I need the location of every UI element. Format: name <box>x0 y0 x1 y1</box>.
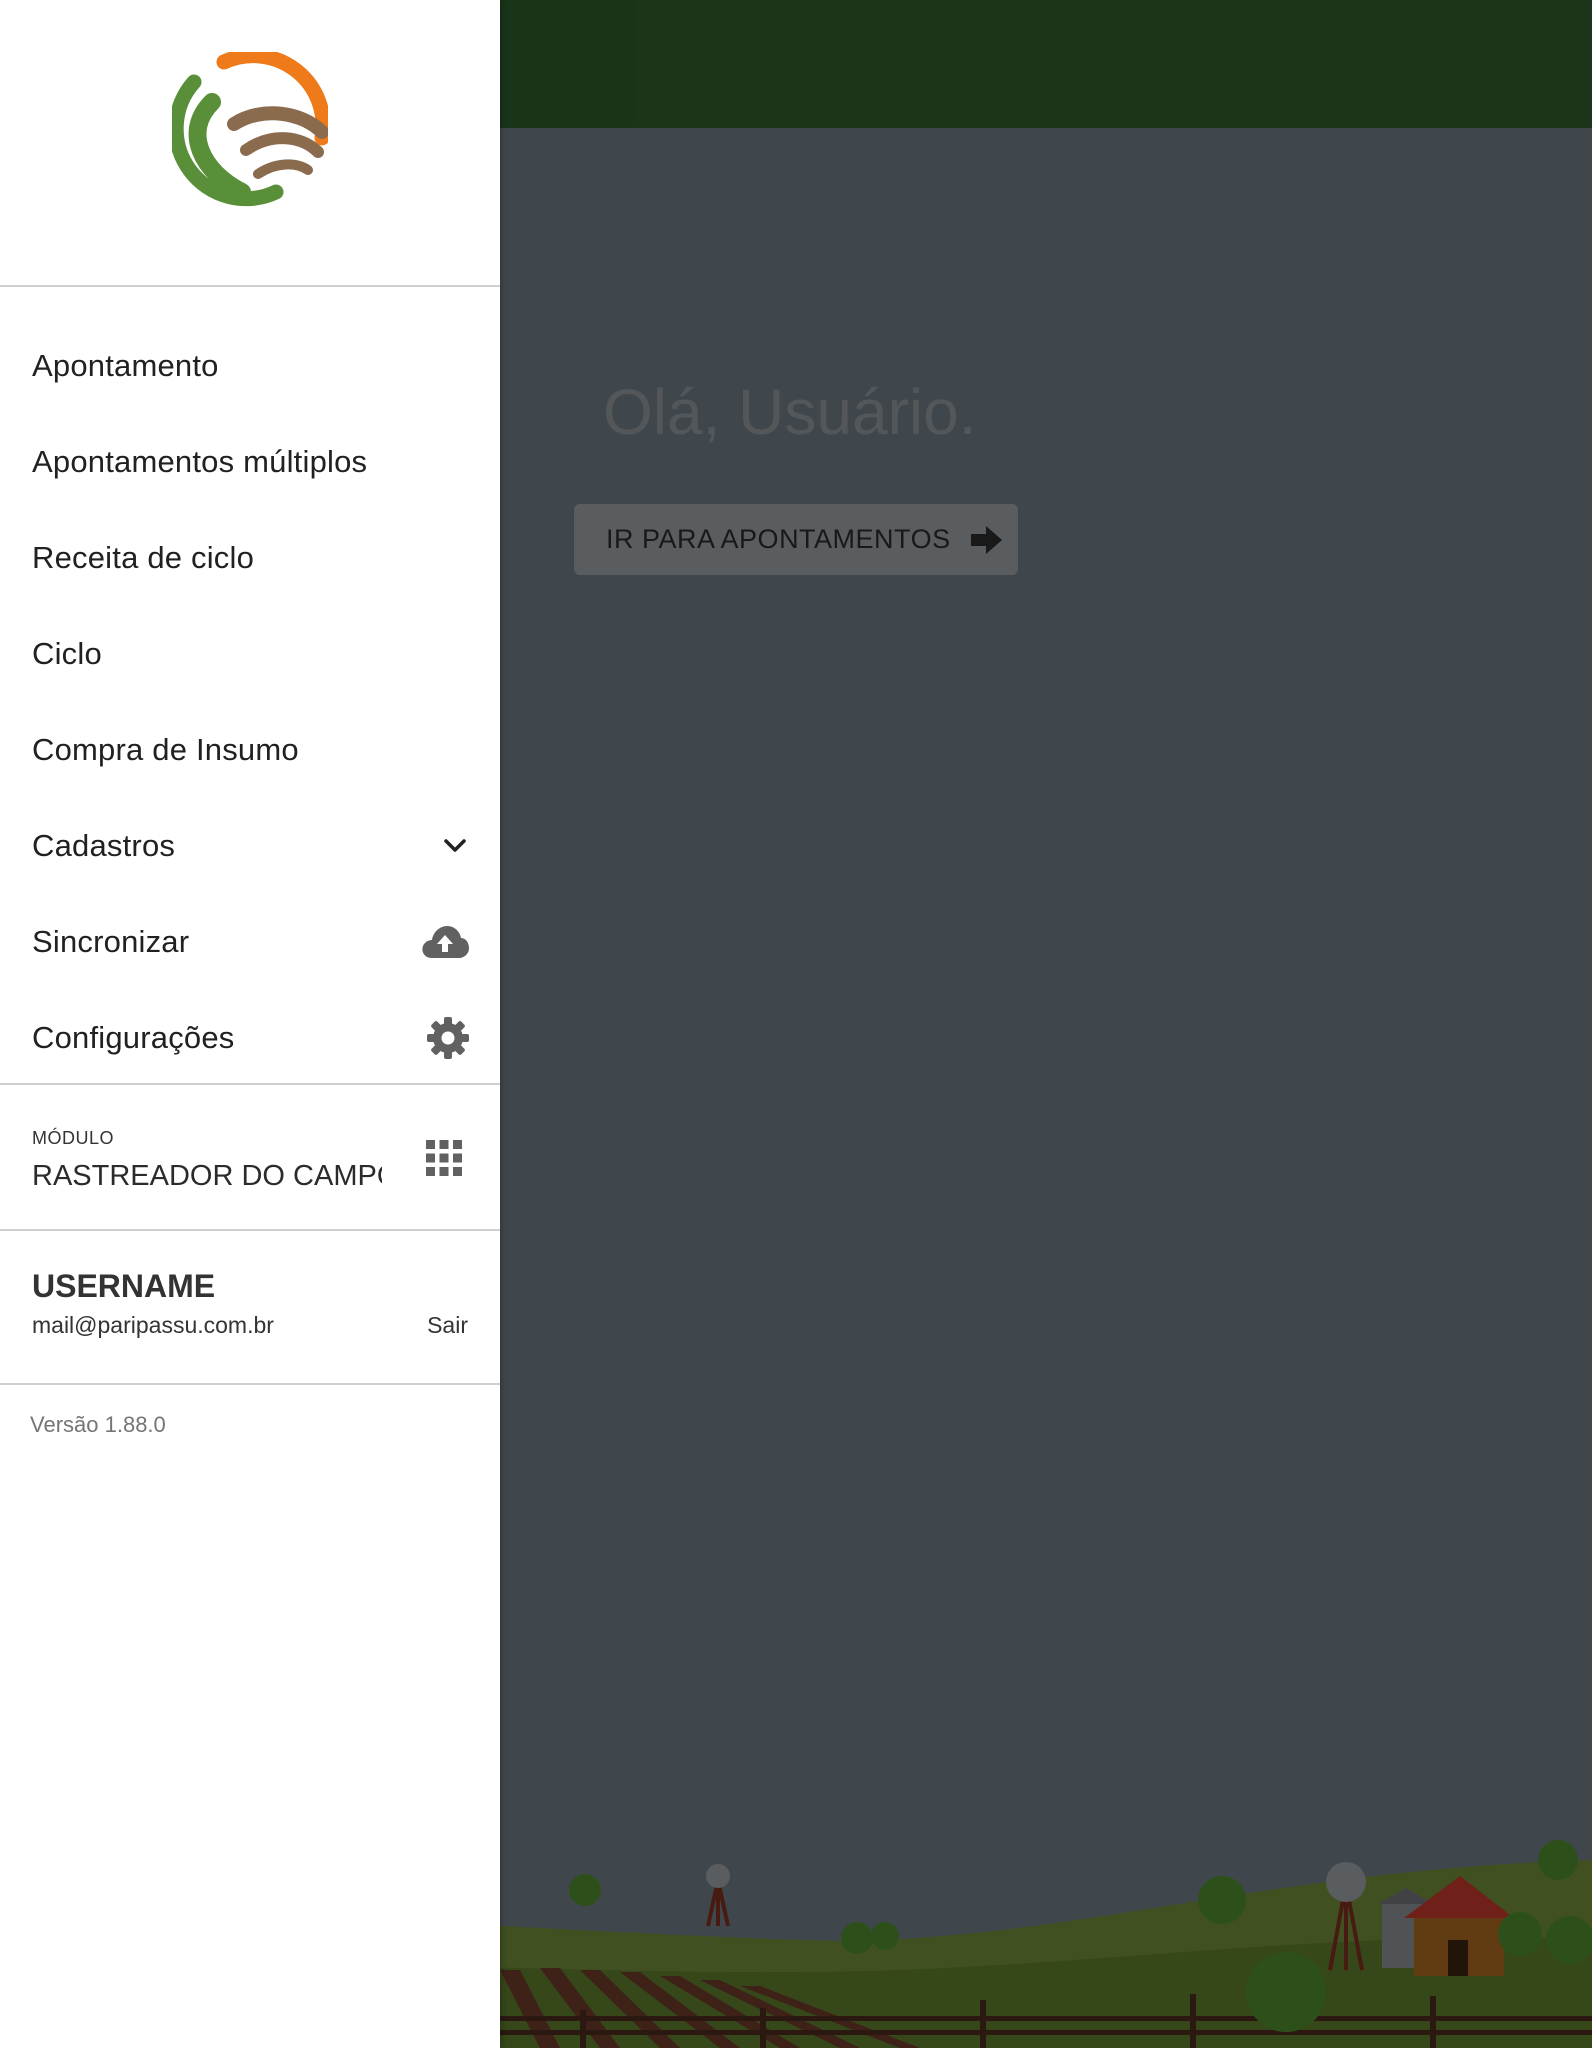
menu-item-label: Apontamentos múltiplos <box>32 444 368 479</box>
menu-item-cadastros[interactable]: Cadastros <box>0 798 500 894</box>
user-divider <box>0 1383 500 1385</box>
module-divider <box>0 1229 500 1231</box>
menu-item-label: Compra de Insumo <box>32 732 299 767</box>
menu-item-ciclo[interactable]: Ciclo <box>0 606 500 702</box>
username: USERNAME <box>32 1268 216 1304</box>
module-name: RASTREADOR DO CAMPO <box>32 1160 382 1192</box>
app-version: Versão 1.88.0 <box>30 1412 166 1437</box>
menu-item-label: Receita de ciclo <box>32 540 255 575</box>
menu-divider <box>0 1083 500 1085</box>
drawer-menu: Apontamento Apontamentos múltiplos Recei… <box>0 318 500 1086</box>
logout-link[interactable]: Sair <box>427 1312 468 1339</box>
menu-item-configuracoes[interactable]: Configurações <box>0 990 500 1086</box>
module-selector[interactable]: MÓDULO RASTREADOR DO CAMPO <box>0 1088 500 1228</box>
screen: Olá, Usuário. IR PARA APONTAMENTOS Apont… <box>0 0 1592 2048</box>
menu-item-label: Apontamento <box>32 348 219 383</box>
menu-item-label: Configurações <box>32 1020 235 1055</box>
cloud-upload-icon <box>420 924 470 960</box>
menu-item-apontamento[interactable]: Apontamento <box>0 318 500 414</box>
menu-item-compra-de-insumo[interactable]: Compra de Insumo <box>0 702 500 798</box>
drawer-header-divider <box>0 285 500 287</box>
apps-grid-icon[interactable] <box>424 1138 464 1178</box>
navigation-drawer: Apontamento Apontamentos múltiplos Recei… <box>0 0 500 2048</box>
module-caption: MÓDULO <box>32 1128 115 1148</box>
menu-item-label: Sincronizar <box>32 924 190 959</box>
user-info: USERNAME mail@paripassu.com.br Sair <box>0 1232 500 1382</box>
menu-item-receita-de-ciclo[interactable]: Receita de ciclo <box>0 510 500 606</box>
menu-item-label: Cadastros <box>32 828 176 863</box>
menu-item-label: Ciclo <box>32 636 102 671</box>
menu-item-sincronizar[interactable]: Sincronizar <box>0 894 500 990</box>
gear-icon <box>426 1016 470 1060</box>
user-email: mail@paripassu.com.br <box>32 1312 274 1338</box>
paripassu-logo <box>172 52 328 207</box>
chevron-down-icon <box>440 831 470 861</box>
menu-item-apontamentos-multiplos[interactable]: Apontamentos múltiplos <box>0 414 500 510</box>
